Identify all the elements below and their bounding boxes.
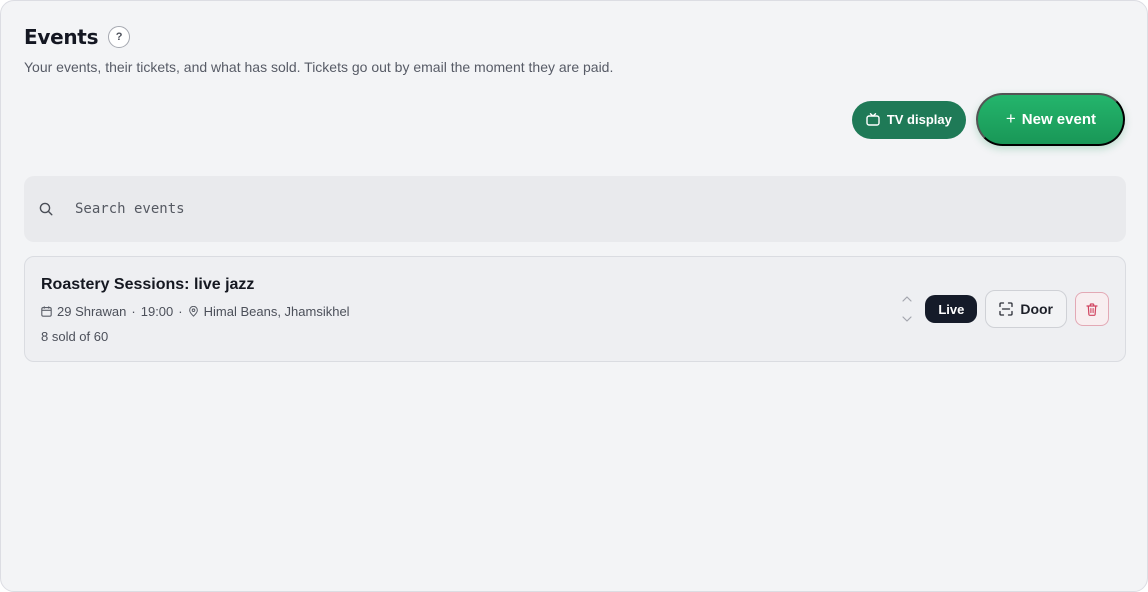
door-label: Door [1020,301,1053,317]
page-title: Events [24,25,99,49]
event-card[interactable]: Roastery Sessions: live jazz 29 Shrawan … [24,256,1126,362]
plus-icon: + [1005,108,1016,128]
tv-display-button[interactable]: TV display [851,100,966,139]
door-button[interactable]: Door [985,290,1067,328]
event-title: Roastery Sessions: live jazz [41,276,255,293]
delete-event-button[interactable] [1075,292,1109,326]
search-bar[interactable] [24,176,1126,242]
meta-separator: · [131,304,136,319]
status-badge[interactable]: Live [925,295,978,323]
calendar-icon [41,306,52,317]
search-icon [39,202,53,216]
event-venue: Himal Beans, Jhamsikhel [203,304,350,319]
event-time: 19:00 [140,304,174,319]
search-input[interactable] [75,201,975,217]
tv-icon [866,113,880,126]
new-event-label: New event [1021,111,1096,128]
meta-separator: · [178,304,183,319]
header-actions: TV display + New event [851,93,1125,146]
tickets-sold: 8 sold of 60 [41,329,109,344]
chevron-down-icon[interactable] [902,316,912,322]
chevron-up-icon[interactable] [902,296,912,302]
event-date: 29 Shrawan [57,304,127,319]
help-icon[interactable]: ? [108,26,131,48]
event-actions: Live Door [901,290,1109,328]
trash-icon [1086,302,1098,316]
new-event-button[interactable]: + New event [975,93,1125,146]
event-meta: 29 Shrawan · 19:00 · Himal Beans, Jhamsi… [41,304,350,319]
events-page: Events ? Your events, their tickets, and… [0,0,1148,592]
tv-display-label: TV display [886,112,952,127]
title-row: Events ? [24,25,613,49]
location-pin-icon [188,306,198,317]
page-header: Events ? Your events, their tickets, and… [24,25,613,75]
page-subtitle: Your events, their tickets, and what has… [24,59,614,75]
scan-icon [999,302,1013,316]
reorder-handle[interactable] [901,296,913,322]
